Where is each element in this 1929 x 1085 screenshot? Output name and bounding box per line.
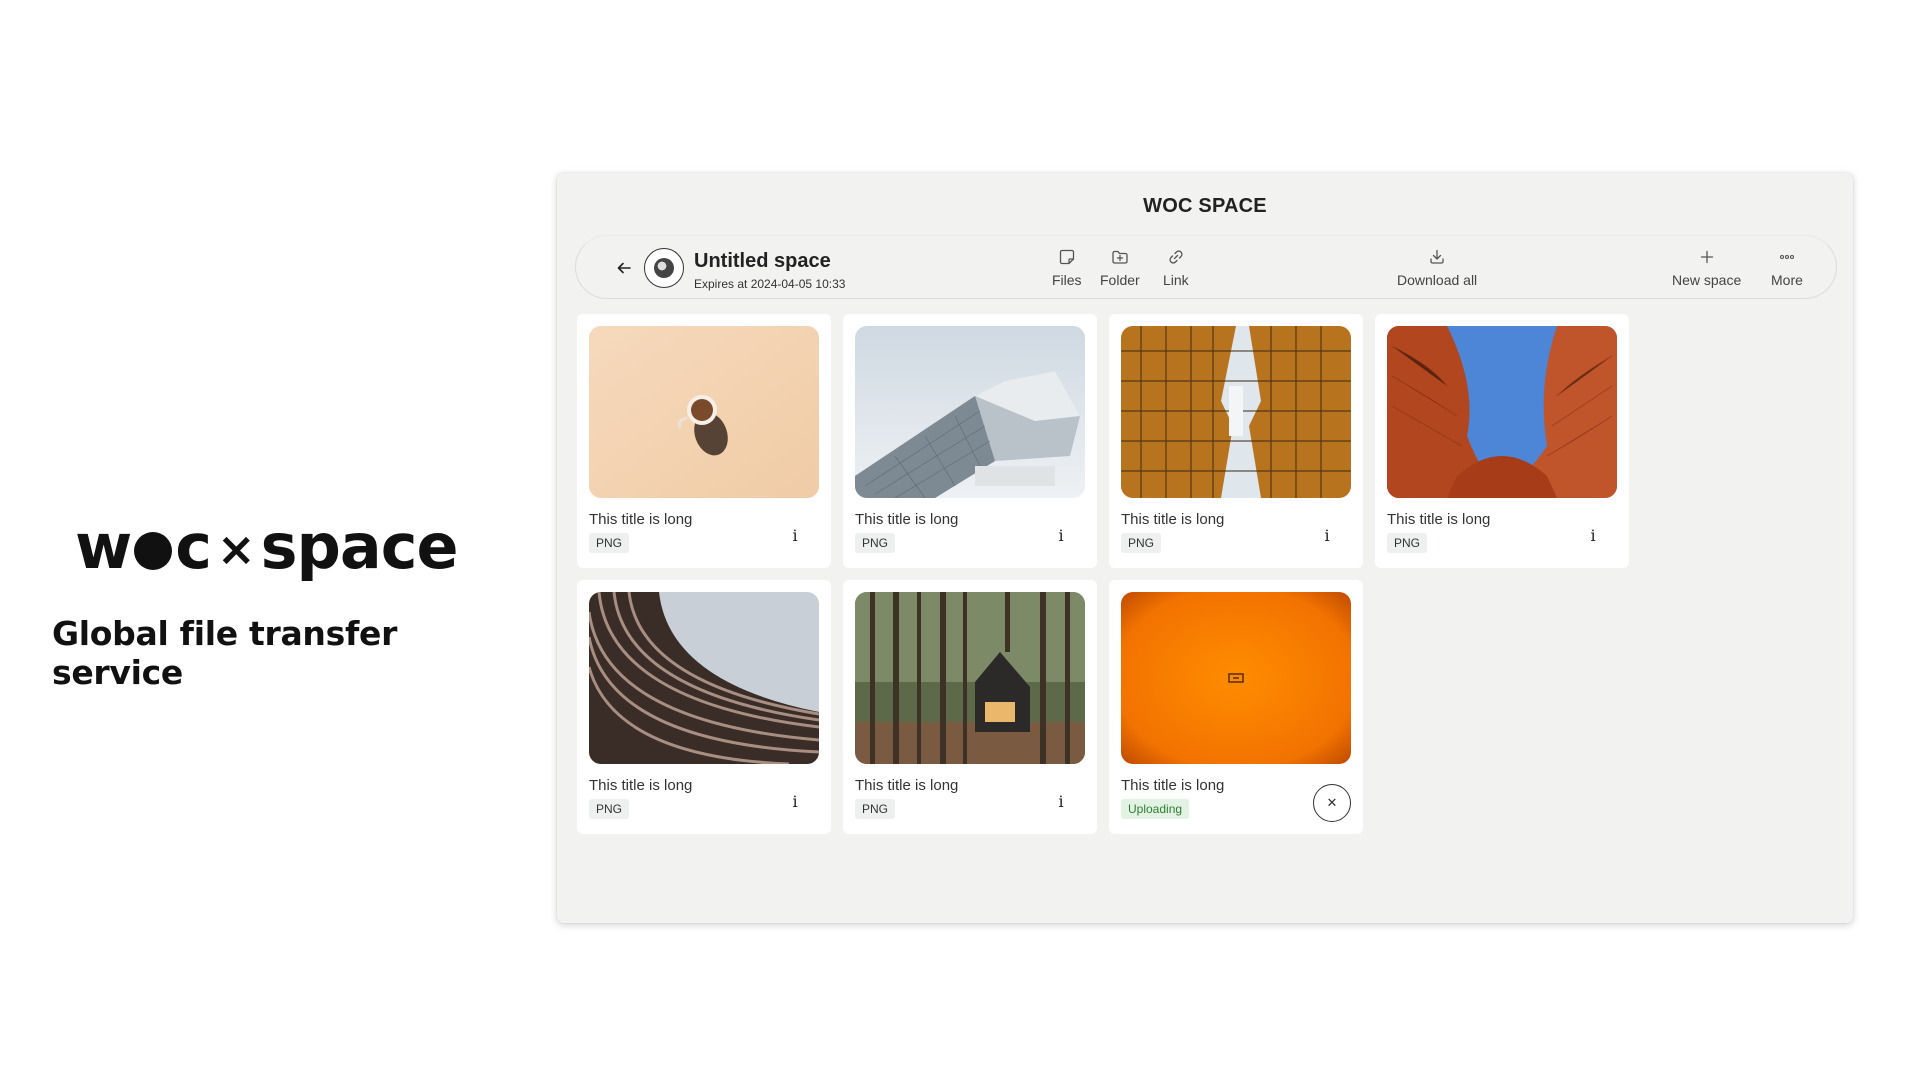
logo-times: × — [217, 522, 256, 576]
logo-word-space: space — [260, 510, 459, 583]
glass-building-image — [855, 326, 1085, 498]
file-thumbnail[interactable] — [1387, 326, 1617, 498]
file-card[interactable]: This title is long PNG i — [1109, 314, 1363, 568]
file-card[interactable]: This title is long PNG i — [843, 314, 1097, 568]
download-all-label: Download all — [1397, 272, 1478, 288]
info-icon[interactable]: i — [787, 526, 803, 546]
more-button[interactable]: More — [1771, 246, 1803, 288]
file-card[interactable]: This title is long PNG i — [577, 580, 831, 834]
woc-space-logo: w c × space — [75, 510, 459, 583]
logo-letter-c: c — [175, 510, 212, 583]
arrow-left-icon — [617, 262, 631, 274]
file-thumbnail[interactable] — [589, 326, 819, 498]
file-thumbnail[interactable] — [589, 592, 819, 764]
folder-plus-icon — [1111, 246, 1129, 268]
info-icon[interactable]: i — [1053, 792, 1069, 812]
orange-gradient-image — [1121, 592, 1351, 764]
file-type-badge: PNG — [589, 799, 630, 819]
file-title: This title is long — [1121, 511, 1225, 528]
folder-label: Folder — [1100, 272, 1140, 288]
curved-facade-image — [589, 592, 819, 764]
file-title: This title is long — [589, 511, 693, 528]
new-space-label: New space — [1672, 272, 1742, 288]
file-type-badge: PNG — [589, 533, 630, 553]
file-card[interactable]: This title is long PNG i — [577, 314, 831, 568]
close-icon: ✕ — [1326, 795, 1338, 810]
file-thumbnail[interactable] — [1121, 592, 1351, 764]
file-card[interactable]: This title is long Uploading ✕ — [1109, 580, 1363, 834]
folder-button[interactable]: Folder — [1100, 246, 1140, 288]
download-all-button[interactable]: Download all — [1397, 246, 1477, 288]
file-type-badge: PNG — [1387, 533, 1428, 553]
files-button[interactable]: Files — [1052, 246, 1082, 288]
file-title: This title is long — [855, 511, 959, 528]
file-title: This title is long — [1387, 511, 1491, 528]
info-icon[interactable]: i — [1319, 526, 1335, 546]
tagline: Global file transfer service — [52, 614, 398, 692]
avatar-image — [654, 258, 674, 278]
file-thumbnail[interactable] — [855, 326, 1085, 498]
file-icon — [1058, 246, 1076, 268]
plus-icon — [1698, 246, 1716, 268]
file-card[interactable]: This title is long PNG i — [1375, 314, 1629, 568]
file-type-badge: PNG — [1121, 533, 1162, 553]
download-icon — [1428, 246, 1446, 268]
file-title: This title is long — [855, 777, 959, 794]
window-title: WOC SPACE — [1143, 195, 1267, 217]
info-icon[interactable]: i — [1585, 526, 1601, 546]
file-thumbnail[interactable] — [855, 592, 1085, 764]
file-type-badge: PNG — [855, 533, 896, 553]
red-sculpture-image — [1387, 326, 1617, 498]
file-title: This title is long — [589, 777, 693, 794]
new-space-button[interactable]: New space — [1672, 246, 1741, 288]
link-button[interactable]: Link — [1163, 246, 1189, 288]
space-name[interactable]: Untitled space — [694, 250, 831, 273]
brand-panel: w c × space Global file transfer service — [0, 0, 526, 1085]
towers-upward-image — [1121, 326, 1351, 498]
expires-text: Expires at 2024-04-05 10:33 — [694, 277, 846, 291]
info-icon[interactable]: i — [1053, 526, 1069, 546]
link-label: Link — [1163, 272, 1189, 288]
files-label: Files — [1052, 272, 1082, 288]
forest-cabin-image — [855, 592, 1085, 764]
app-window: WOC SPACE Untitled space Expires at 2024… — [557, 173, 1853, 923]
file-thumbnail[interactable] — [1121, 326, 1351, 498]
coffee-cup-image — [589, 326, 819, 498]
file-card[interactable]: This title is long PNG i — [843, 580, 1097, 834]
space-toolbar: Untitled space Expires at 2024-04-05 10:… — [575, 235, 1837, 299]
space-avatar[interactable] — [644, 248, 684, 288]
link-icon — [1167, 246, 1185, 268]
file-title: This title is long — [1121, 777, 1225, 794]
more-dots-icon — [1778, 246, 1796, 268]
file-type-badge: PNG — [855, 799, 896, 819]
cancel-upload-button[interactable]: ✕ — [1313, 784, 1351, 822]
more-label: More — [1771, 272, 1803, 288]
info-icon[interactable]: i — [787, 792, 803, 812]
logo-dot — [134, 532, 173, 570]
back-button[interactable] — [612, 256, 636, 280]
uploading-badge: Uploading — [1121, 799, 1190, 819]
logo-letter-w: w — [75, 510, 132, 583]
